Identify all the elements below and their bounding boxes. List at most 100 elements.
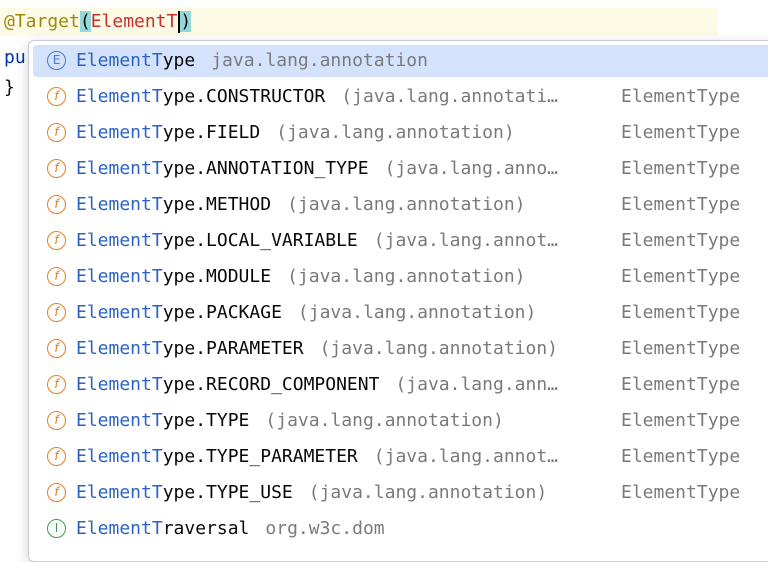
completion-item-package: org.w3c.dom: [265, 518, 385, 539]
completion-item-name: ype.METHOD: [162, 194, 272, 215]
completion-item-name: ype.TYPE_USE: [162, 482, 293, 503]
field-icon: f: [47, 303, 66, 322]
completion-item-name: ype.PARAMETER: [162, 338, 304, 359]
matched-prefix: ElementT: [76, 446, 163, 467]
close-paren: ): [180, 11, 192, 32]
open-paren: (: [79, 11, 91, 32]
completion-item-package: (java.lang.annotation): [319, 338, 559, 359]
field-icon: f: [47, 159, 66, 178]
matched-prefix: ElementT: [76, 482, 163, 503]
interface-icon: I: [47, 519, 66, 538]
completion-item[interactable]: f ElementType.TYPE (java.lang.annotation) E…: [33, 405, 768, 437]
completion-item-type: ElementType: [621, 230, 741, 251]
completion-item-label: ElementTraversal org.w3c.dom: [76, 513, 385, 545]
completion-item-label: ElementType.ANNOTATION_TYPE (java.lang.an…: [76, 153, 558, 185]
completion-item[interactable]: E ElementType java.lang.annotation: [33, 45, 768, 77]
completion-item-package: (java.lang.annotation): [287, 194, 526, 215]
field-icon: f: [47, 375, 66, 394]
completion-item-type: ElementType: [621, 338, 741, 359]
completion-item[interactable]: f ElementType.RECORD_COMPONENT (java.lang.…: [33, 369, 768, 401]
completion-item-type: ElementType: [621, 410, 741, 431]
field-icon: f: [47, 231, 66, 250]
completion-item-name: ype.LOCAL_VARIABLE: [162, 230, 358, 251]
matched-prefix: ElementT: [76, 374, 163, 395]
code-line-annotation[interactable]: @Target(ElementT): [0, 8, 718, 36]
matched-prefix: ElementT: [76, 302, 163, 323]
completion-item-package: (java.lang.annotati…: [341, 86, 559, 107]
completion-item-label: ElementType.PACKAGE (java.lang.annotation…: [76, 297, 536, 329]
completion-item-label: ElementType.LOCAL_VARIABLE (java.lang.ann…: [76, 225, 558, 257]
completion-item-label: ElementType.TYPE_PARAMETER (java.lang.ann…: [76, 441, 558, 473]
annotation-name: @Target: [4, 11, 80, 32]
field-icon: f: [47, 195, 66, 214]
completion-item-label: ElementType.RECORD_COMPONENT (java.lang.a…: [76, 369, 558, 401]
matched-prefix: ElementT: [76, 194, 163, 215]
completion-item-name: raversal: [162, 518, 250, 539]
completion-item-package: (java.lang.annotation): [287, 266, 526, 287]
matched-prefix: ElementT: [76, 410, 163, 431]
completion-item-type: ElementType: [621, 86, 741, 107]
completion-item-type: ElementType: [621, 482, 741, 503]
enum-icon: E: [47, 51, 66, 70]
completion-item-package: (java.lang.ann…: [395, 374, 559, 395]
completion-item-label: ElementType.TYPE (java.lang.annotation): [76, 405, 504, 437]
completion-item-name: ype.CONSTRUCTOR: [162, 86, 326, 107]
completion-item-type: ElementType: [621, 266, 741, 287]
field-icon: f: [47, 411, 66, 430]
completion-item-type: ElementType: [621, 194, 741, 215]
completion-item-name: ype.TYPE_PARAMETER: [162, 446, 358, 467]
completion-item-name: ype.MODULE: [162, 266, 272, 287]
matched-prefix: ElementT: [76, 158, 163, 179]
completion-item[interactable]: f ElementType.ANNOTATION_TYPE (java.lang.a…: [33, 153, 768, 185]
completion-item-package: (java.lang.annot…: [373, 446, 559, 467]
completion-item-name: ype.ANNOTATION_TYPE: [162, 158, 369, 179]
completion-item-type: ElementType: [621, 446, 741, 467]
completion-item-name: ype: [162, 50, 196, 71]
code-line-3[interactable]: }: [4, 74, 15, 102]
completion-item[interactable]: f ElementType.PACKAGE (java.lang.annotatio…: [33, 297, 768, 329]
completion-item-package: (java.lang.annotation): [265, 410, 504, 431]
completion-item-package: (java.lang.annot…: [373, 230, 559, 251]
completion-item-type: ElementType: [621, 158, 741, 179]
completion-item[interactable]: f ElementType.FIELD (java.lang.annotation)…: [33, 117, 768, 149]
matched-prefix: ElementT: [76, 230, 163, 251]
completion-item[interactable]: f ElementType.MODULE (java.lang.annotation…: [33, 261, 768, 293]
completion-item-package: (java.lang.annotation): [276, 122, 515, 143]
matched-prefix: ElementT: [76, 122, 163, 143]
completion-item-label: ElementType.PARAMETER (java.lang.annotati…: [76, 333, 558, 365]
completion-item-name: ype.TYPE: [162, 410, 250, 431]
matched-prefix: ElementT: [76, 338, 163, 359]
completion-item-label: ElementType.TYPE_USE (java.lang.annotatio…: [76, 477, 547, 509]
matched-prefix: ElementT: [76, 50, 163, 71]
field-icon: f: [47, 339, 66, 358]
field-icon: f: [47, 87, 66, 106]
field-icon: f: [47, 447, 66, 466]
field-icon: f: [47, 483, 66, 502]
completion-item-package: (java.lang.anno…: [384, 158, 558, 179]
completion-item-label: ElementType.CONSTRUCTOR (java.lang.annota…: [76, 81, 558, 113]
field-icon: f: [47, 267, 66, 286]
completion-item[interactable]: f ElementType.CONSTRUCTOR (java.lang.annot…: [33, 81, 768, 113]
completion-item[interactable]: f ElementType.METHOD (java.lang.annotation…: [33, 189, 768, 221]
completion-item-name: ype.PACKAGE: [162, 302, 282, 323]
completion-item-name: ype.FIELD: [162, 122, 261, 143]
completion-item[interactable]: f ElementType.TYPE_PARAMETER (java.lang.an…: [33, 441, 768, 473]
typed-text: ElementT: [90, 11, 178, 32]
completion-item-label: ElementType.METHOD (java.lang.annotation): [76, 189, 526, 221]
completion-item-label: ElementType.FIELD (java.lang.annotation): [76, 117, 515, 149]
completion-item-package: (java.lang.annotation): [308, 482, 548, 503]
completion-item-label: ElementType.MODULE (java.lang.annotation): [76, 261, 526, 293]
completion-item[interactable]: f ElementType.LOCAL_VARIABLE (java.lang.an…: [33, 225, 768, 257]
completion-item-package: java.lang.annotation: [211, 50, 428, 71]
completion-item-type: ElementType: [621, 122, 741, 143]
completion-item[interactable]: f ElementType.PARAMETER (java.lang.annotat…: [33, 333, 768, 365]
code-line-2[interactable]: pu: [4, 44, 26, 72]
matched-prefix: ElementT: [76, 266, 163, 287]
completion-item-type: ElementType: [621, 374, 741, 395]
completion-item-name: ype.RECORD_COMPONENT: [162, 374, 380, 395]
matched-prefix: ElementT: [76, 86, 163, 107]
completion-item[interactable]: I ElementTraversal org.w3c.dom: [33, 513, 768, 545]
field-icon: f: [47, 123, 66, 142]
completion-item[interactable]: f ElementType.TYPE_USE (java.lang.annotati…: [33, 477, 768, 509]
completion-item-package: (java.lang.annotation): [297, 302, 537, 323]
